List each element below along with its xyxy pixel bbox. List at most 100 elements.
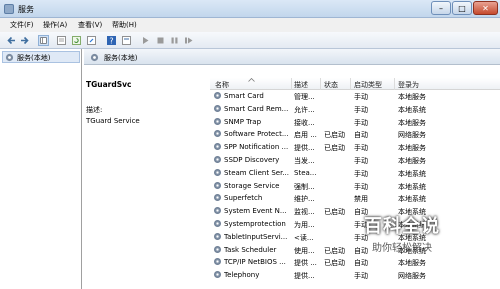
- gear-icon: [214, 258, 221, 266]
- column-startup-type[interactable]: 启动类型: [354, 80, 382, 90]
- close-button[interactable]: ✕: [473, 1, 498, 15]
- stop-service-icon[interactable]: [155, 35, 166, 46]
- service-name: TGuardSvc: [86, 80, 132, 89]
- service-logon: 本地系统: [398, 169, 426, 178]
- service-name: System Event N...: [224, 207, 287, 216]
- column-divider[interactable]: [320, 78, 321, 90]
- service-name: TCP/IP NetBIOS ...: [224, 258, 286, 267]
- menu-file[interactable]: 文件(F): [10, 20, 34, 30]
- properties-icon[interactable]: [56, 35, 67, 46]
- service-row[interactable]: Software Protect... 启用 ... 已启动 自动 网络服务: [210, 128, 500, 141]
- window-title: 服务: [18, 5, 34, 14]
- service-startup: 手动: [354, 118, 368, 127]
- service-logon: 本地服务: [398, 118, 426, 127]
- gear-icon: [214, 271, 221, 279]
- service-desc: 强制...: [294, 182, 315, 191]
- service-row[interactable]: Superfetch 维护... 禁用 本地系统: [210, 192, 500, 205]
- gear-icon: [214, 168, 221, 176]
- column-name[interactable]: 名称: [215, 80, 229, 90]
- gear-icon: [214, 143, 221, 151]
- service-status: 已启动: [324, 259, 345, 268]
- watermark-subtitle: 助你轻松解决: [372, 243, 432, 254]
- service-name: SPP Notification ...: [224, 143, 289, 152]
- service-name: Smart Card: [224, 92, 264, 100]
- column-divider[interactable]: [394, 78, 395, 90]
- title-bar: 服务 – □ ✕: [0, 0, 500, 18]
- start-service-icon[interactable]: [140, 35, 151, 46]
- service-row[interactable]: Telephony 提供... 手动 网络服务: [210, 269, 500, 282]
- pane-header-title: 服务(本地): [104, 54, 138, 62]
- service-startup: 禁用: [354, 195, 368, 204]
- column-status[interactable]: 状态: [324, 80, 338, 90]
- gear-icon: [214, 92, 221, 99]
- service-name: Superfetch: [224, 194, 263, 203]
- column-description[interactable]: 描述: [294, 80, 308, 90]
- service-details: TGuardSvc 描述: TGuard Service: [84, 66, 206, 289]
- service-startup: 手动: [354, 157, 368, 165]
- menu-bar: 文件(F) 操作(A) 查看(V) 帮助(H): [0, 18, 500, 32]
- description-value: TGuard Service: [86, 117, 140, 125]
- service-logon: 本地系统: [398, 182, 426, 191]
- service-row[interactable]: Smart Card 管理... 手动 本地服务: [210, 90, 500, 103]
- service-name: Task Scheduler: [224, 245, 277, 254]
- service-startup: 手动: [354, 144, 368, 153]
- service-row[interactable]: SPP Notification ... 提供... 已启动 手动 本地服务: [210, 141, 500, 154]
- service-logon: 网络服务: [398, 131, 426, 140]
- column-logon-as[interactable]: 登录为: [398, 80, 419, 90]
- service-status: 已启动: [324, 144, 345, 153]
- gear-icon: [214, 232, 221, 240]
- service-desc: 提供...: [294, 272, 315, 281]
- service-row[interactable]: System Event N... 监视... 已启动 自动 本地系统: [210, 205, 500, 218]
- service-row[interactable]: Smart Card Rem... 允许... 手动 本地系统: [210, 103, 500, 116]
- services-list-header: 名称 描述 状态 启动类型 登录为: [210, 78, 500, 90]
- column-divider[interactable]: [350, 78, 351, 90]
- gear-icon: [214, 220, 221, 227]
- gear-icon: [214, 181, 221, 189]
- service-name: Storage Service: [224, 181, 280, 190]
- service-row[interactable]: TCP/IP NetBIOS ... 提供 ... 已启动 自动 本地服务: [210, 256, 500, 269]
- service-row[interactable]: Systemprotection 为用... 手动 本地系统: [210, 218, 500, 231]
- service-row[interactable]: SSDP Discovery 当发... 手动 本地服务: [210, 154, 500, 167]
- help-icon[interactable]: ?: [106, 35, 117, 46]
- service-name: Software Protect...: [224, 130, 289, 139]
- view-icon[interactable]: [121, 35, 132, 46]
- service-desc: 管理...: [294, 93, 315, 101]
- back-arrow-icon[interactable]: [6, 35, 17, 46]
- pause-service-icon[interactable]: [169, 35, 180, 46]
- refresh-icon[interactable]: [71, 35, 82, 46]
- gear-icon: [214, 194, 221, 202]
- service-logon: 本地系统: [398, 105, 426, 114]
- maximize-button[interactable]: □: [452, 1, 472, 15]
- service-status: 已启动: [324, 246, 345, 255]
- menu-action[interactable]: 操作(A): [43, 20, 67, 30]
- service-row[interactable]: Storage Service 强制... 手动 本地系统: [210, 180, 500, 193]
- service-logon: 本地服务: [398, 157, 426, 165]
- service-name: SNMP Trap: [224, 117, 262, 126]
- service-row[interactable]: TabletInputServi... <读... 手动 本地系统: [210, 231, 500, 244]
- service-row[interactable]: Task Scheduler 使用... 已启动 自动 本地系统: [210, 244, 500, 257]
- service-row[interactable]: Steam Client Ser... Stea... 手动 本地系统: [210, 167, 500, 180]
- menu-help[interactable]: 帮助(H): [112, 20, 137, 30]
- description-label: 描述:: [86, 106, 103, 114]
- toolbar: ?: [0, 32, 500, 49]
- forward-arrow-icon[interactable]: [19, 35, 30, 46]
- menu-view[interactable]: 查看(V): [78, 20, 102, 30]
- gear-icon: [90, 53, 99, 62]
- service-name: Smart Card Rem...: [224, 104, 289, 113]
- gear-icon: [214, 130, 221, 138]
- service-logon: 本地服务: [398, 144, 426, 153]
- service-name: Steam Client Ser...: [224, 168, 289, 177]
- service-name: Systemprotection: [224, 220, 286, 228]
- pane-header: 服务(本地): [84, 49, 500, 65]
- export-list-icon[interactable]: [86, 35, 97, 46]
- minimize-button[interactable]: –: [431, 1, 451, 15]
- console-tree: 服务(本地): [0, 49, 82, 289]
- tree-item-services-local[interactable]: 服务(本地): [2, 51, 80, 63]
- gear-icon: [214, 117, 221, 125]
- watermark-logo: 百科全说 助你轻松解决: [364, 212, 440, 254]
- column-divider[interactable]: [291, 78, 292, 90]
- service-row[interactable]: SNMP Trap 接收... 手动 本地服务: [210, 116, 500, 129]
- restart-service-icon[interactable]: [183, 35, 194, 46]
- service-desc: 接收...: [294, 118, 315, 127]
- console-tree-icon[interactable]: [38, 35, 49, 46]
